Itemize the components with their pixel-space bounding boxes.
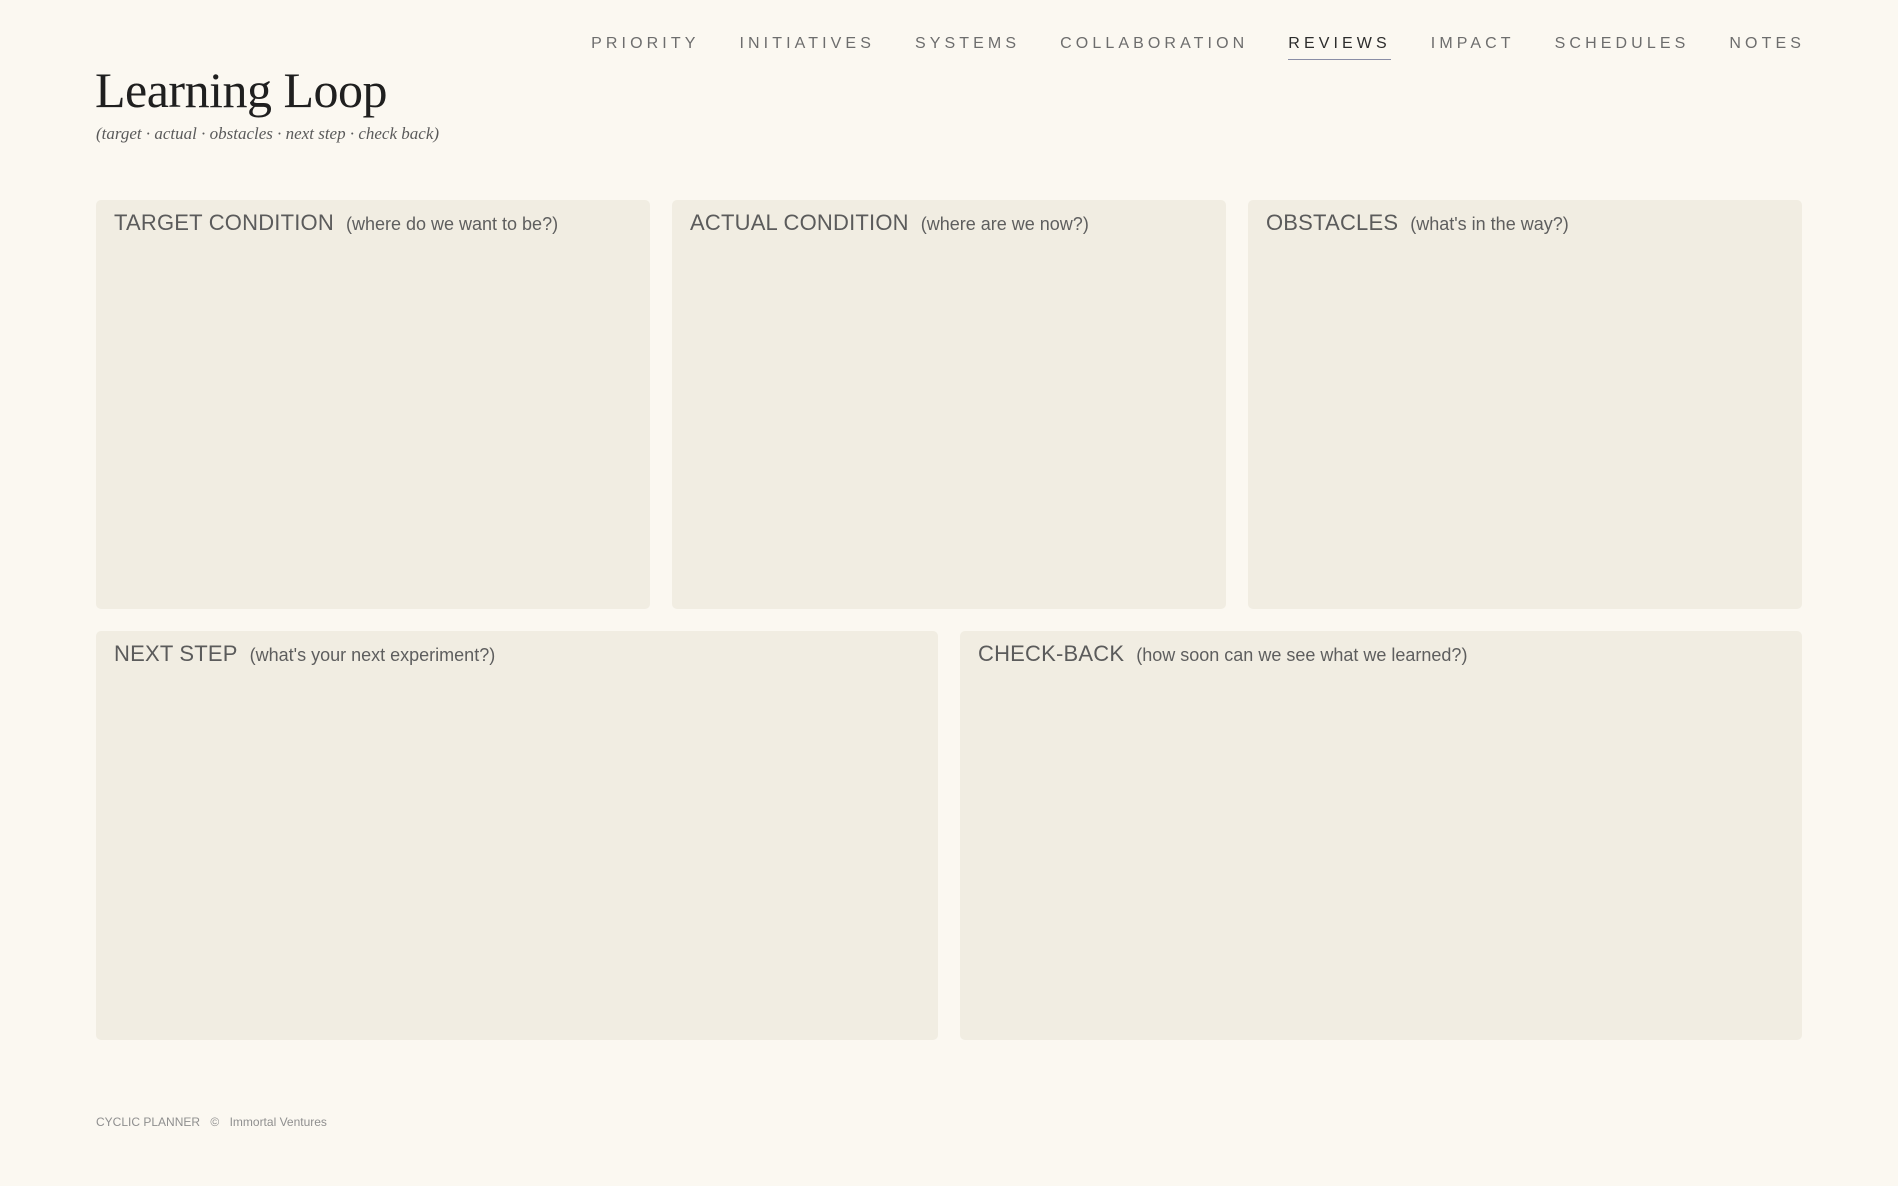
footer-app-name: CYCLIC PLANNER <box>96 1115 201 1129</box>
nav-item-collaboration[interactable]: COLLABORATION <box>1060 33 1248 59</box>
next-step-panel[interactable]: NEXT STEP (what's your next experiment?) <box>96 631 938 1040</box>
panel-label: NEXT STEP <box>114 641 238 666</box>
check-back-panel[interactable]: CHECK-BACK (how soon can we see what we … <box>960 631 1802 1040</box>
footer-company: Immortal Ventures <box>229 1115 327 1129</box>
nav-item-priority[interactable]: PRIORITY <box>591 33 699 59</box>
panel-hint: (what's your next experiment?) <box>249 645 496 665</box>
top-navigation: PRIORITY INITIATIVES SYSTEMS COLLABORATI… <box>591 33 1805 60</box>
page-title: Learning Loop <box>95 62 388 118</box>
panel-hint: (what's in the way?) <box>1410 214 1569 234</box>
panel-hint: (how soon can we see what we learned?) <box>1136 645 1468 665</box>
nav-item-schedules[interactable]: SCHEDULES <box>1555 33 1690 59</box>
panel-label: TARGET CONDITION <box>114 210 334 235</box>
nav-item-impact[interactable]: IMPACT <box>1431 33 1515 59</box>
page-subtitle: (target · actual · obstacles · next step… <box>96 124 440 143</box>
panel-header: TARGET CONDITION (where do we want to be… <box>114 210 632 236</box>
panel-header: ACTUAL CONDITION (where are we now?) <box>690 210 1208 236</box>
panel-header: CHECK-BACK (how soon can we see what we … <box>978 641 1784 667</box>
nav-item-systems[interactable]: SYSTEMS <box>915 33 1020 59</box>
footer: CYCLIC PLANNER © Immortal Ventures <box>96 1115 334 1129</box>
obstacles-panel[interactable]: OBSTACLES (what's in the way?) <box>1248 200 1802 609</box>
nav-item-notes[interactable]: NOTES <box>1729 33 1805 59</box>
nav-item-reviews[interactable]: REVIEWS <box>1288 33 1391 60</box>
actual-condition-panel[interactable]: ACTUAL CONDITION (where are we now?) <box>672 200 1226 609</box>
panel-label: ACTUAL CONDITION <box>690 210 909 235</box>
target-condition-panel[interactable]: TARGET CONDITION (where do we want to be… <box>96 200 650 609</box>
panel-label: CHECK-BACK <box>978 641 1125 666</box>
copyright-icon: © <box>210 1115 220 1129</box>
panel-label: OBSTACLES <box>1266 210 1399 235</box>
panel-hint: (where are we now?) <box>920 214 1089 234</box>
panel-header: OBSTACLES (what's in the way?) <box>1266 210 1784 236</box>
panel-hint: (where do we want to be?) <box>345 214 559 234</box>
panel-header: NEXT STEP (what's your next experiment?) <box>114 641 920 667</box>
nav-item-initiatives[interactable]: INITIATIVES <box>739 33 874 59</box>
